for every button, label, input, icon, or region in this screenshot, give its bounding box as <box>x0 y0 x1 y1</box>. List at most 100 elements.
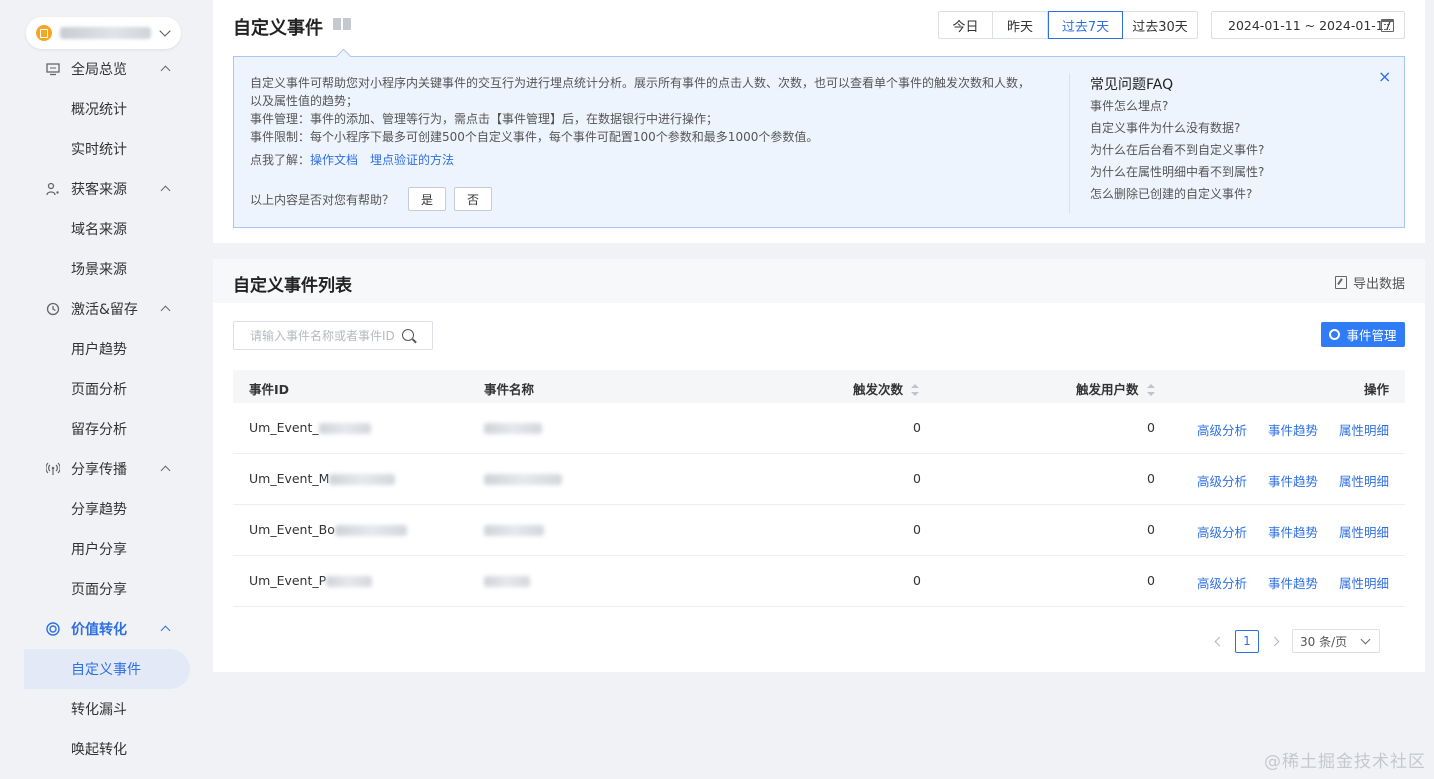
watermark: @稀土掘金技术社区 <box>1264 752 1426 772</box>
nav-group-sharing[interactable]: 分享传播 <box>0 449 204 489</box>
export-button[interactable]: 导出数据 <box>1334 273 1405 292</box>
redacted <box>484 525 544 536</box>
doc-link[interactable]: 操作文档 <box>310 153 358 167</box>
app-selector[interactable] <box>26 17 181 49</box>
trigger-users: 0 <box>1147 420 1155 435</box>
search-input[interactable] <box>250 328 400 343</box>
table-row: Um_Event_ 0 0 高级分析 事件趋势 属性明细 <box>233 403 1405 454</box>
trigger-count: 0 <box>913 573 921 588</box>
feedback-question: 以上内容是否对您有帮助？ <box>250 192 395 207</box>
trigger-count: 0 <box>913 420 921 435</box>
property-detail-link[interactable]: 属性明细 <box>1339 471 1389 490</box>
col-event-name: 事件名称 <box>484 382 535 397</box>
advanced-analysis-link[interactable]: 高级分析 <box>1197 573 1247 592</box>
faq-item[interactable]: 自定义事件为什么没有数据? <box>1090 119 1264 141</box>
tab-last-30-days[interactable]: 过去30天 <box>1123 12 1197 38</box>
gear-icon <box>1329 329 1341 340</box>
col-trigger-count-header[interactable]: 触发次数 <box>853 379 920 398</box>
nav-item-scene-source[interactable]: 场景来源 <box>0 249 204 289</box>
nav-group-label: 价值转化 <box>71 622 127 638</box>
help-description: 自定义事件可帮助您对小程序内关键事件的交互行为进行埋点统计分析。展示所有事件的点… <box>250 74 1040 146</box>
faq-list: 事件怎么埋点? 自定义事件为什么没有数据? 为什么在后台看不到自定义事件? 为什… <box>1090 97 1264 207</box>
chevron-left-icon[interactable] <box>1214 636 1225 646</box>
nav-item-user-trend[interactable]: 用户趋势 <box>0 329 204 369</box>
redacted <box>326 576 373 587</box>
nav-item-page-share[interactable]: 页面分享 <box>0 569 204 609</box>
faq-item[interactable]: 怎么删除已创建的自定义事件? <box>1090 185 1264 207</box>
chevron-down-icon <box>1360 634 1371 645</box>
property-detail-link[interactable]: 属性明细 <box>1339 420 1389 439</box>
close-icon[interactable]: × <box>1378 69 1391 85</box>
event-trend-link[interactable]: 事件趋势 <box>1268 573 1318 592</box>
page-number[interactable]: 1 <box>1235 629 1259 653</box>
verify-method-link[interactable]: 埋点验证的方法 <box>370 153 454 167</box>
tab-today[interactable]: 今日 <box>939 12 993 38</box>
nav-item-evoke-conversion[interactable]: 唤起转化 <box>0 729 204 769</box>
nav-item-page-analysis[interactable]: 页面分析 <box>0 369 204 409</box>
nav-item-retention-analysis[interactable]: 留存分析 <box>0 409 204 449</box>
feedback: 以上内容是否对您有帮助？ 是 否 <box>250 187 493 211</box>
col-trigger-users-header[interactable]: 触发用户数 <box>1076 379 1155 398</box>
event-id: Um_Event_ <box>249 420 371 435</box>
advanced-analysis-link[interactable]: 高级分析 <box>1197 522 1247 541</box>
overview-panel: 自定义事件 今日 昨天 过去7天 过去30天 2024-01-11 ~ 2024… <box>213 0 1425 243</box>
page-title: 自定义事件 <box>233 18 323 39</box>
sort-icon[interactable] <box>1146 384 1155 396</box>
event-trend-link[interactable]: 事件趋势 <box>1268 522 1318 541</box>
event-id: Um_Event_P <box>249 573 373 588</box>
date-range-picker[interactable]: 2024-01-11 ~ 2024-01-17 <box>1211 11 1405 39</box>
advanced-analysis-link[interactable]: 高级分析 <box>1197 420 1247 439</box>
nav-group-activation-retention[interactable]: 激活&留存 <box>0 289 204 329</box>
tab-yesterday[interactable]: 昨天 <box>993 12 1048 38</box>
nav-group-acquisition[interactable]: 获客来源 <box>0 169 204 209</box>
search-icon[interactable] <box>402 329 414 341</box>
row-actions: 高级分析 事件趋势 属性明细 <box>1197 522 1389 541</box>
event-manage-label: 事件管理 <box>1346 328 1397 343</box>
faq-item[interactable]: 事件怎么埋点? <box>1090 97 1264 119</box>
help-line: 事件管理：事件的添加、管理等行为，需点击【事件管理】后，在数据银行中进行操作； <box>250 112 719 126</box>
nav-item-realtime-stats[interactable]: 实时统计 <box>0 129 204 169</box>
trigger-users: 0 <box>1147 522 1155 537</box>
property-detail-link[interactable]: 属性明细 <box>1339 522 1389 541</box>
yes-button[interactable]: 是 <box>408 187 447 211</box>
event-id: Um_Event_Bo <box>249 522 407 537</box>
tab-last-7-days[interactable]: 过去7天 <box>1048 11 1123 39</box>
nav-group-overview[interactable]: 全局总览 <box>0 49 204 89</box>
sort-icon[interactable] <box>911 384 920 396</box>
chevron-right-icon[interactable] <box>1269 636 1280 646</box>
list-header: 自定义事件列表 导出数据 <box>213 259 1425 303</box>
redacted <box>484 576 530 587</box>
event-manage-button[interactable]: 事件管理 <box>1321 322 1405 347</box>
event-trend-link[interactable]: 事件趋势 <box>1268 471 1318 490</box>
row-actions: 高级分析 事件趋势 属性明细 <box>1197 471 1389 490</box>
nav-item-custom-events[interactable]: 自定义事件 <box>0 649 204 689</box>
learn-prefix: 点我了解： <box>250 153 311 167</box>
calendar-icon <box>1381 19 1394 32</box>
nav-item-user-share[interactable]: 用户分享 <box>0 529 204 569</box>
row-actions: 高级分析 事件趋势 属性明细 <box>1197 573 1389 592</box>
search-box <box>233 321 433 350</box>
retention-icon <box>46 302 60 316</box>
no-button[interactable]: 否 <box>454 187 493 211</box>
advanced-analysis-link[interactable]: 高级分析 <box>1197 471 1247 490</box>
event-trend-link[interactable]: 事件趋势 <box>1268 420 1318 439</box>
nav-item-share-trend[interactable]: 分享趋势 <box>0 489 204 529</box>
nav-item-domain-source[interactable]: 域名来源 <box>0 209 204 249</box>
divider <box>1069 73 1070 213</box>
redacted <box>329 474 396 485</box>
property-detail-link[interactable]: 属性明细 <box>1339 573 1389 592</box>
nav-item-conversion-funnel[interactable]: 转化漏斗 <box>0 689 204 729</box>
col-trigger-count: 触发次数 <box>853 382 904 397</box>
faq-title: 常见问题FAQ <box>1090 77 1174 93</box>
event-name <box>484 573 530 588</box>
faq-item[interactable]: 为什么在后台看不到自定义事件? <box>1090 141 1264 163</box>
page-size-select[interactable]: 30 条/页 <box>1292 629 1380 653</box>
book-icon[interactable] <box>333 18 353 31</box>
faq-item[interactable]: 为什么在属性明细中看不到属性? <box>1090 163 1264 185</box>
nav-group-value-conversion[interactable]: 价值转化 <box>0 609 204 649</box>
trigger-count: 0 <box>913 522 921 537</box>
nav-item-overview-stats[interactable]: 概况统计 <box>0 89 204 129</box>
nav-group-label: 获客来源 <box>71 182 127 198</box>
help-line: 自定义事件可帮助您对小程序内关键事件的交互行为进行埋点统计分析。展示所有事件的点… <box>250 76 1031 108</box>
broadcast-icon <box>46 462 60 476</box>
